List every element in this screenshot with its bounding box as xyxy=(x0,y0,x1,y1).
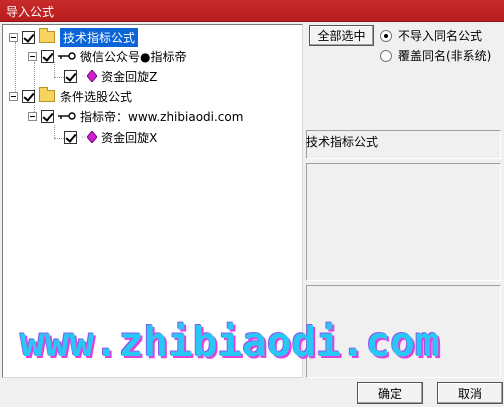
radio-no-import[interactable]: 不导入同名公式 xyxy=(380,27,482,44)
connector-dots: ·· xyxy=(81,132,87,142)
tree-node-wechat[interactable]: 微信公众号●指标帝 xyxy=(28,46,186,66)
tree-checkbox[interactable] xyxy=(22,89,35,103)
formula-gem-icon xyxy=(87,70,98,82)
tree-node-label: 微信公众号●指标帝 xyxy=(80,49,187,64)
tree-checkbox[interactable] xyxy=(41,49,54,63)
tree-line xyxy=(54,125,55,138)
tree-node-label[interactable]: 技术指标公式 xyxy=(60,27,139,47)
connector-dots: ·· xyxy=(81,71,87,81)
tree-node-technical[interactable]: 技术指标公式 xyxy=(9,27,139,47)
window-title: 导入公式 xyxy=(6,5,55,19)
tree-node-zhibiaodi[interactable]: 指标帝：www.zhibiaodi.com xyxy=(28,106,243,126)
ok-button[interactable]: 确定 xyxy=(357,382,423,404)
category-label: 技术指标公式 xyxy=(306,135,379,149)
tree-checkbox[interactable] xyxy=(22,30,35,44)
radio-overwrite[interactable]: 覆盖同名(非系统) xyxy=(380,47,491,64)
import-formula-dialog: 导入公式 技术指标公式 微信公众号●指标帝 ·· 资金回旋Z 条件选股公式 指标… xyxy=(0,0,504,407)
tree-node-label: 指标帝：www.zhibiaodi.com xyxy=(80,109,244,124)
radio-label: 不导入同名公式 xyxy=(398,29,483,43)
tree-node-label: 资金回旋X xyxy=(101,130,158,145)
tree-node-label[interactable]: 条件选股公式 xyxy=(60,88,132,105)
watermark-text: www.zhibiaodi.com xyxy=(20,318,440,366)
folder-icon xyxy=(39,87,55,102)
tree-line xyxy=(54,138,64,139)
tree-node-fund-x[interactable]: ·· 资金回旋X xyxy=(64,127,157,147)
collapse-icon[interactable] xyxy=(9,91,18,101)
folder-icon xyxy=(39,28,55,43)
collapse-icon[interactable] xyxy=(28,51,37,61)
key-icon xyxy=(58,52,76,60)
tree-node-label: 资金回旋Z xyxy=(101,69,158,84)
radio-button[interactable] xyxy=(380,29,392,42)
key-icon xyxy=(58,112,76,120)
radio-button[interactable] xyxy=(380,49,392,62)
radio-label: 覆盖同名(非系统) xyxy=(398,49,492,63)
formula-gem-icon xyxy=(87,131,98,143)
tree-line xyxy=(54,77,64,78)
tree-checkbox[interactable] xyxy=(64,130,77,144)
title-bar: 导入公式 xyxy=(0,0,504,22)
tree-checkbox[interactable] xyxy=(41,109,54,123)
collapse-icon[interactable] xyxy=(28,111,37,121)
tree-node-fund-z[interactable]: ·· 资金回旋Z xyxy=(64,66,157,86)
description-box xyxy=(306,163,501,281)
tree-node-condition[interactable]: 条件选股公式 xyxy=(9,86,132,106)
collapse-icon[interactable] xyxy=(9,32,18,42)
cancel-button[interactable]: 取消 xyxy=(437,382,503,404)
select-all-button[interactable]: 全部选中 xyxy=(309,25,374,46)
tree-checkbox[interactable] xyxy=(64,69,77,83)
